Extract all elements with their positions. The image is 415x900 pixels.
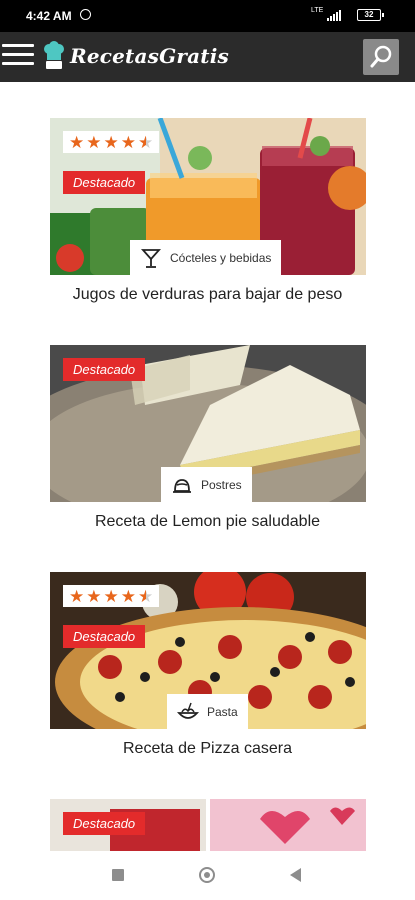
pasta-icon: [177, 702, 199, 719]
app-brand[interactable]: RecetasGratis: [70, 44, 229, 68]
search-icon: [370, 45, 392, 68]
recipe-title[interactable]: Receta de Pizza casera: [0, 740, 415, 758]
star-icon: ★: [69, 133, 85, 152]
cocktail-icon: [140, 248, 162, 268]
featured-badge: Destacado: [63, 812, 146, 835]
rating-stars: ★ ★ ★ ★ ★: [63, 585, 160, 607]
pudding-icon: [173, 478, 191, 493]
recipe-photo[interactable]: ★ ★ ★ ★ ★ Destacado Pasta: [50, 572, 366, 729]
recipe-photo[interactable]: Destacado: [50, 799, 366, 851]
star-icon: ★: [103, 587, 119, 606]
featured-badge: Destacado: [63, 358, 146, 381]
featured-badge: Destacado: [63, 625, 146, 648]
home-icon[interactable]: [199, 867, 215, 883]
category-label[interactable]: Postres: [161, 467, 252, 502]
recipe-photo[interactable]: Destacado Postres: [50, 345, 366, 502]
battery-icon: 32: [357, 9, 384, 21]
recents-icon[interactable]: [112, 869, 124, 881]
chef-hat-logo: [44, 41, 64, 69]
recipe-photo[interactable]: ★ ★ ★ ★ ★ Destacado Cócteles y bebidas: [50, 118, 366, 275]
menu-icon[interactable]: [2, 44, 34, 70]
star-icon: ★: [86, 133, 102, 152]
star-icon: ★: [120, 133, 136, 152]
recipe-card[interactable]: Destacado Postres Receta de Lemon pie sa…: [50, 345, 366, 530]
recipe-card[interactable]: Destacado: [50, 799, 366, 851]
signal-icon: [327, 10, 341, 21]
status-bar: 4:42 AM LTE 32: [0, 0, 415, 32]
star-half-icon: ★: [138, 133, 154, 152]
category-label[interactable]: Cócteles y bebidas: [130, 240, 282, 275]
recipe-card[interactable]: ★ ★ ★ ★ ★ Destacado Pasta Receta de Pizz…: [50, 572, 366, 757]
rating-stars: ★ ★ ★ ★ ★: [63, 131, 160, 153]
recipe-title[interactable]: Jugos de verduras para bajar de peso: [0, 286, 415, 304]
category-text: Postres: [201, 477, 242, 492]
star-icon: ★: [69, 587, 85, 606]
app-bar: RecetasGratis: [0, 32, 415, 82]
category-label[interactable]: Pasta: [167, 694, 248, 729]
search-button[interactable]: [363, 39, 399, 75]
category-text: Cócteles y bebidas: [170, 250, 272, 265]
back-icon[interactable]: [290, 868, 301, 882]
star-icon: ★: [120, 587, 136, 606]
recipe-card[interactable]: ★ ★ ★ ★ ★ Destacado Cócteles y bebidas J…: [50, 118, 366, 303]
star-icon: ★: [103, 133, 119, 152]
status-time: 4:42 AM: [26, 9, 72, 23]
featured-badge: Destacado: [63, 171, 146, 194]
star-half-icon: ★: [138, 587, 154, 606]
alarm-icon: [80, 9, 91, 20]
category-text: Pasta: [207, 704, 238, 719]
network-type: LTE: [311, 7, 324, 14]
system-nav-bar: [0, 851, 415, 900]
star-icon: ★: [86, 587, 102, 606]
recipe-title[interactable]: Receta de Lemon pie saludable: [0, 513, 415, 531]
